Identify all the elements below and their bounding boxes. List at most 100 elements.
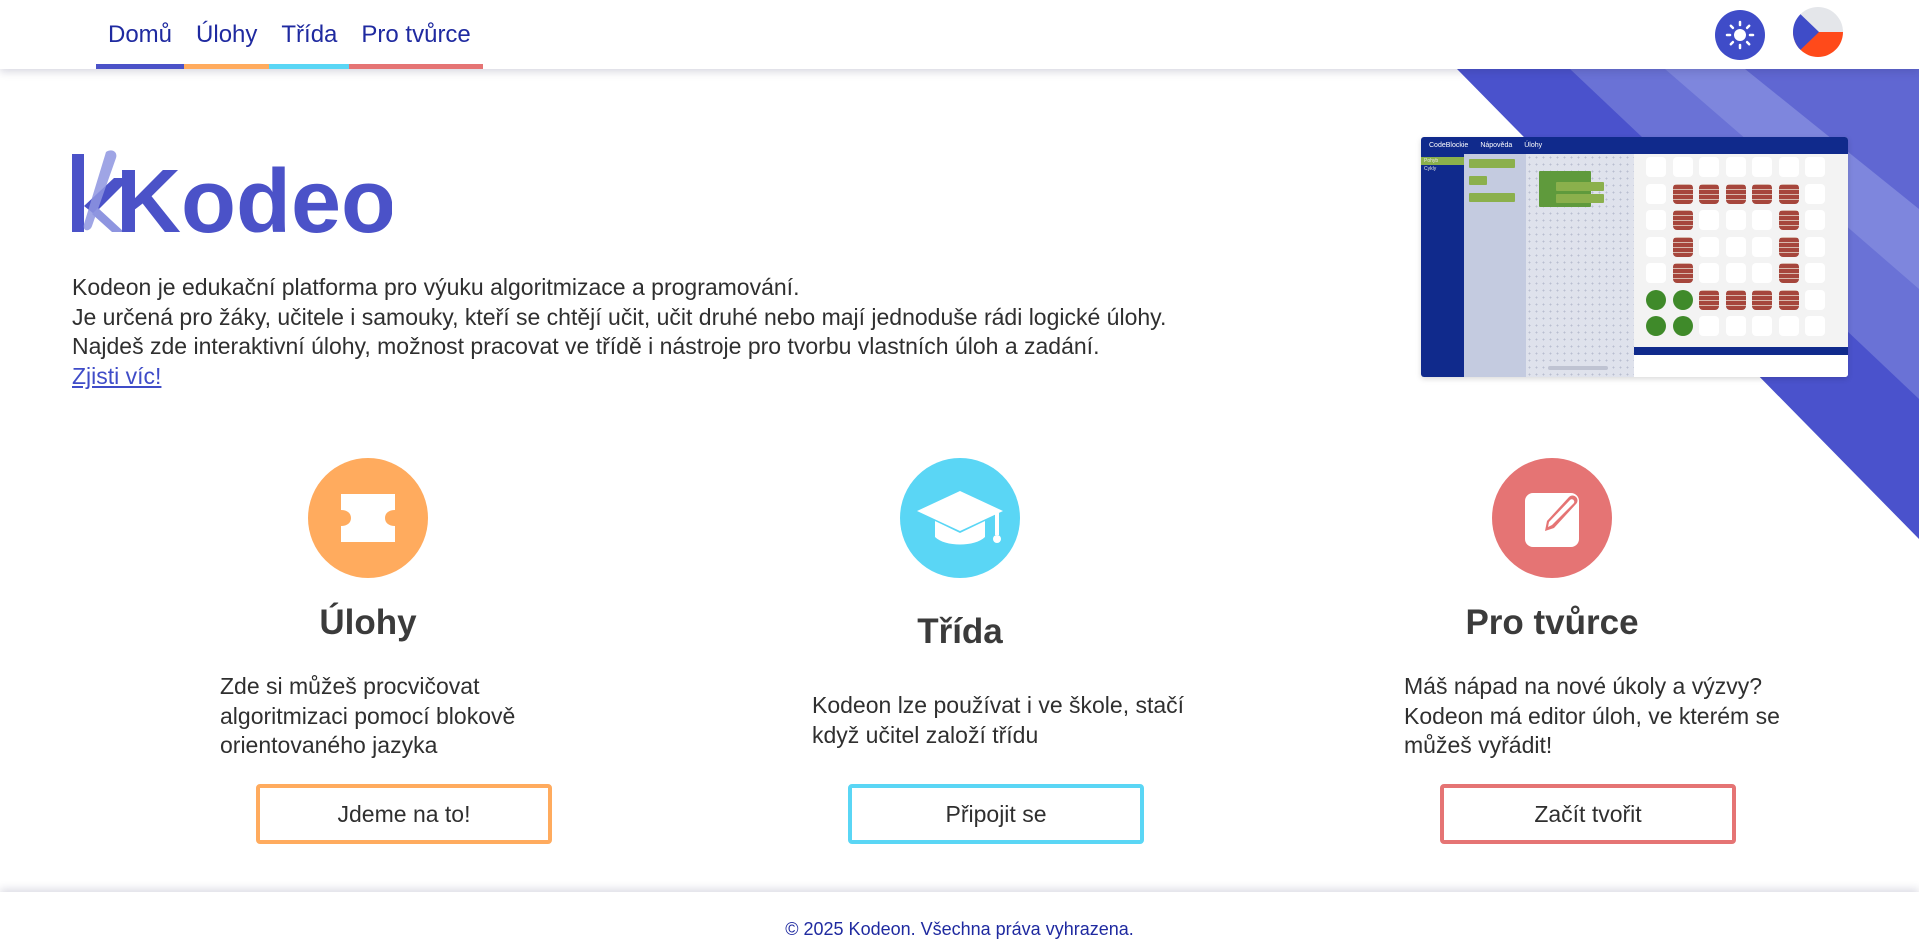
board-tile xyxy=(1699,157,1719,177)
intro-text: Kodeon je edukační platforma pro výuku a… xyxy=(72,273,1312,391)
tasks-card: Úlohy Zde si můžeš procvičovat algoritmi… xyxy=(128,455,608,855)
brick-tile xyxy=(1778,289,1799,310)
bush-tile xyxy=(1646,316,1666,336)
board-tile xyxy=(1725,263,1746,283)
tasks-icon-circle xyxy=(308,458,428,578)
board-tile xyxy=(1752,263,1772,283)
nav-item-label: Úlohy xyxy=(196,20,258,48)
board-tile xyxy=(1646,157,1666,177)
board-tile xyxy=(1752,316,1772,336)
board-tile xyxy=(1725,210,1746,230)
main-nav: Domů Úlohy Třída Pro tvůrce xyxy=(96,0,484,69)
code-block xyxy=(1469,159,1515,168)
code-block xyxy=(1469,176,1487,185)
board-tile xyxy=(1805,236,1825,257)
top-navigation-bar: Domů Úlohy Třída Pro tvůrce xyxy=(0,0,1919,69)
board-tile xyxy=(1778,157,1799,177)
description-line: orientovaného jazyka xyxy=(220,732,438,758)
graduation-cap-icon xyxy=(917,491,1003,545)
brick-tile xyxy=(1699,289,1719,310)
start-creating-button[interactable]: Začít tvořit xyxy=(1440,784,1736,844)
kodeon-logo: Kodeon xyxy=(72,150,392,234)
intro-line: Najdeš zde interaktivní úlohy, možnost p… xyxy=(72,333,1100,359)
bush-tile xyxy=(1672,289,1693,310)
board-tile xyxy=(1646,263,1666,283)
board-tile xyxy=(1646,183,1666,204)
nav-item-label: Pro tvůrce xyxy=(361,20,471,48)
edit-pencil-icon xyxy=(1525,493,1579,547)
description-line: Kodeon má editor úloh, ve kterém se xyxy=(1404,702,1780,729)
board-tile xyxy=(1699,210,1719,230)
preview-menu-item: CodeBlockie xyxy=(1429,142,1469,149)
preview-menu-bar: CodeBlockie Nápověda Úlohy xyxy=(1421,137,1848,154)
brick-tile xyxy=(1778,183,1799,204)
tasks-button[interactable]: Jdeme na to! xyxy=(256,784,552,844)
board-tile xyxy=(1805,210,1825,230)
preview-toolbox xyxy=(1464,154,1526,377)
nav-item-creators[interactable]: Pro tvůrce xyxy=(349,0,484,69)
join-class-button[interactable]: Připojit se xyxy=(848,784,1144,844)
description-line: algoritmizaci pomocí blokově xyxy=(220,702,516,729)
puzzle-piece-icon xyxy=(341,494,395,542)
theme-toggle-button[interactable] xyxy=(1715,10,1765,60)
nav-item-label: Třída xyxy=(281,20,338,48)
brick-tile xyxy=(1752,289,1772,310)
nav-item-tasks[interactable]: Úlohy xyxy=(184,0,270,69)
brick-tile xyxy=(1778,210,1799,230)
brick-tile xyxy=(1672,183,1693,204)
description-line: Zde si můžeš procvičovat xyxy=(220,673,480,699)
creators-icon-circle xyxy=(1492,458,1612,578)
preview-controls xyxy=(1634,347,1848,377)
description-line: Kodeon lze používat i ve škole, stačí xyxy=(812,692,1185,718)
board-tile xyxy=(1805,289,1825,310)
preview-categories: Pohyb Cykly xyxy=(1421,154,1464,377)
description-line: můžeš vyřádit! xyxy=(1404,732,1553,758)
board-tile xyxy=(1699,316,1719,336)
board-tile xyxy=(1725,157,1746,177)
brick-tile xyxy=(1699,183,1719,204)
board-tile xyxy=(1752,157,1772,177)
code-block xyxy=(1556,194,1604,203)
preview-game-board xyxy=(1634,154,1848,347)
brick-tile xyxy=(1725,289,1746,310)
code-block xyxy=(1469,193,1515,202)
class-icon-circle xyxy=(900,458,1020,578)
board-tile xyxy=(1725,316,1746,336)
language-button[interactable] xyxy=(1793,7,1843,57)
nav-item-class[interactable]: Třída xyxy=(269,0,350,69)
board-tile xyxy=(1699,236,1719,257)
brick-tile xyxy=(1778,263,1799,283)
footer: © 2025 Kodeon. Všechna práva vyhrazena. xyxy=(0,892,1919,950)
preview-scrollbar xyxy=(1548,366,1608,370)
board-tile xyxy=(1805,157,1825,177)
board-tile xyxy=(1646,210,1666,230)
board-tile xyxy=(1699,263,1719,283)
bush-tile xyxy=(1646,289,1666,310)
creators-title: Pro tvůrce xyxy=(1465,603,1639,642)
board-tile xyxy=(1778,316,1799,336)
sun-icon xyxy=(1725,20,1755,50)
preview-menu-item: Úlohy xyxy=(1524,142,1543,149)
board-tile xyxy=(1752,236,1772,257)
app-preview-image: CodeBlockie Nápověda Úlohy Pohyb Cykly xyxy=(1421,137,1848,377)
nav-item-label: Domů xyxy=(108,20,173,48)
brick-tile xyxy=(1725,183,1746,204)
board-tile xyxy=(1672,157,1693,177)
bush-tile xyxy=(1672,316,1693,336)
board-tile xyxy=(1752,210,1772,230)
nav-item-home[interactable]: Domů xyxy=(96,0,185,69)
description-line: když učitel založí třídu xyxy=(812,721,1039,748)
tasks-description: Zde si můžeš procvičovat algoritmizaci p… xyxy=(220,672,560,761)
czech-flag-icon xyxy=(1793,7,1843,57)
board-tile xyxy=(1805,183,1825,204)
tasks-title: Úlohy xyxy=(319,603,417,642)
brick-tile xyxy=(1778,236,1799,257)
learn-more-link[interactable]: Zjisti víc! xyxy=(72,363,161,389)
board-tile xyxy=(1646,236,1666,257)
creators-card: Pro tvůrce Máš nápad na nové úkoly a výz… xyxy=(1312,455,1792,855)
board-tile xyxy=(1805,316,1825,336)
preview-menu-item: Nápověda xyxy=(1480,142,1513,149)
intro-line: Kodeon je edukační platforma pro výuku a… xyxy=(72,274,800,300)
class-title: Třída xyxy=(917,612,1003,651)
brick-tile xyxy=(1672,263,1693,283)
